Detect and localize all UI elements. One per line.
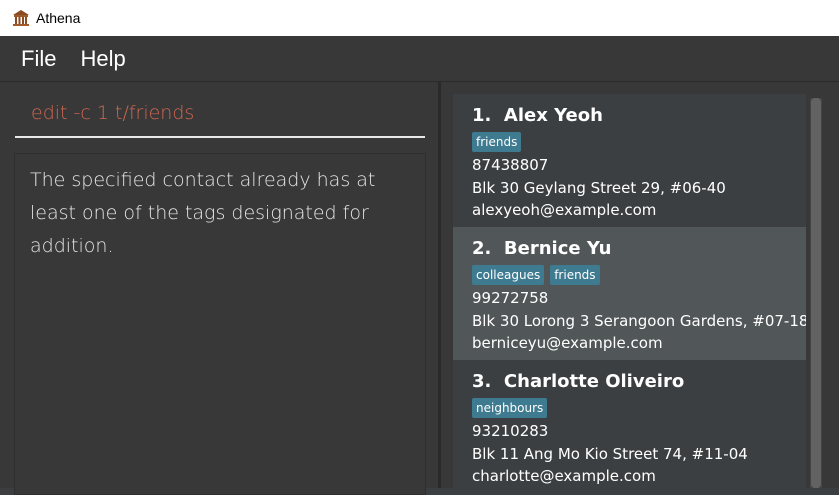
result-message: The specified contact already has at lea… <box>30 169 376 257</box>
tag-list: colleagues friends <box>472 265 600 285</box>
contact-email: berniceyu@example.com <box>472 334 663 352</box>
contact-name: 2. Bernice Yu <box>472 238 611 259</box>
contact-email: charlotte@example.com <box>472 467 656 485</box>
result-display: The specified contact already has at lea… <box>14 153 426 495</box>
contact-phone: 87438807 <box>472 156 549 174</box>
contact-name-text: Charlotte Oliveiro <box>503 371 685 392</box>
contact-phone: 99272758 <box>472 289 549 307</box>
tag: neighbours <box>472 398 548 418</box>
tag-list: friends <box>472 132 522 152</box>
contact-email: alexyeoh@example.com <box>472 201 657 219</box>
command-input[interactable]: edit -c 1 t/friends <box>15 90 425 138</box>
contact-address: Blk 30 Lorong 3 Serangoon Gardens, #07-1… <box>472 312 806 330</box>
command-text[interactable]: edit -c 1 t/friends <box>31 102 194 124</box>
scroll-thumb[interactable] <box>811 98 821 488</box>
contact-name-text: Alex Yeoh <box>503 105 603 126</box>
menu-bar: File Help <box>0 36 839 82</box>
tag: colleagues <box>472 265 545 285</box>
title-bar: Athena <box>0 0 839 36</box>
contact-card[interactable]: 3. Charlotte Oliveiro neighbours 9321028… <box>453 360 806 488</box>
tag: friends <box>472 132 522 152</box>
tag-list: neighbours <box>472 398 548 418</box>
contact-name: 1. Alex Yeoh <box>472 105 603 126</box>
window-title: Athena <box>36 10 81 26</box>
contact-name: 3. Charlotte Oliveiro <box>472 371 684 392</box>
contact-address: Blk 30 Geylang Street 29, #06-40 <box>472 179 726 197</box>
contact-card[interactable]: 1. Alex Yeoh friends 87438807 Blk 30 Gey… <box>453 94 806 227</box>
contact-card-selected[interactable]: 2. Bernice Yu colleagues friends 9927275… <box>453 227 806 360</box>
menu-help[interactable]: Help <box>68 36 137 81</box>
tag: friends <box>550 265 600 285</box>
contact-address: Blk 11 Ang Mo Kio Street 74, #11-04 <box>472 445 748 463</box>
menu-file[interactable]: File <box>9 36 68 81</box>
contact-list[interactable]: 1. Alex Yeoh friends 87438807 Blk 30 Gey… <box>453 94 806 488</box>
contact-index: 2. <box>472 238 492 259</box>
contact-phone: 93210283 <box>472 422 549 440</box>
temple-icon <box>12 9 30 27</box>
right-pane: 1. Alex Yeoh friends 87438807 Blk 30 Gey… <box>441 82 839 488</box>
left-pane: edit -c 1 t/friends The specified contac… <box>0 82 438 495</box>
contact-index: 3. <box>472 371 492 392</box>
scrollbar[interactable] <box>810 98 822 488</box>
contact-index: 1. <box>472 105 492 126</box>
contact-name-text: Bernice Yu <box>503 238 612 259</box>
